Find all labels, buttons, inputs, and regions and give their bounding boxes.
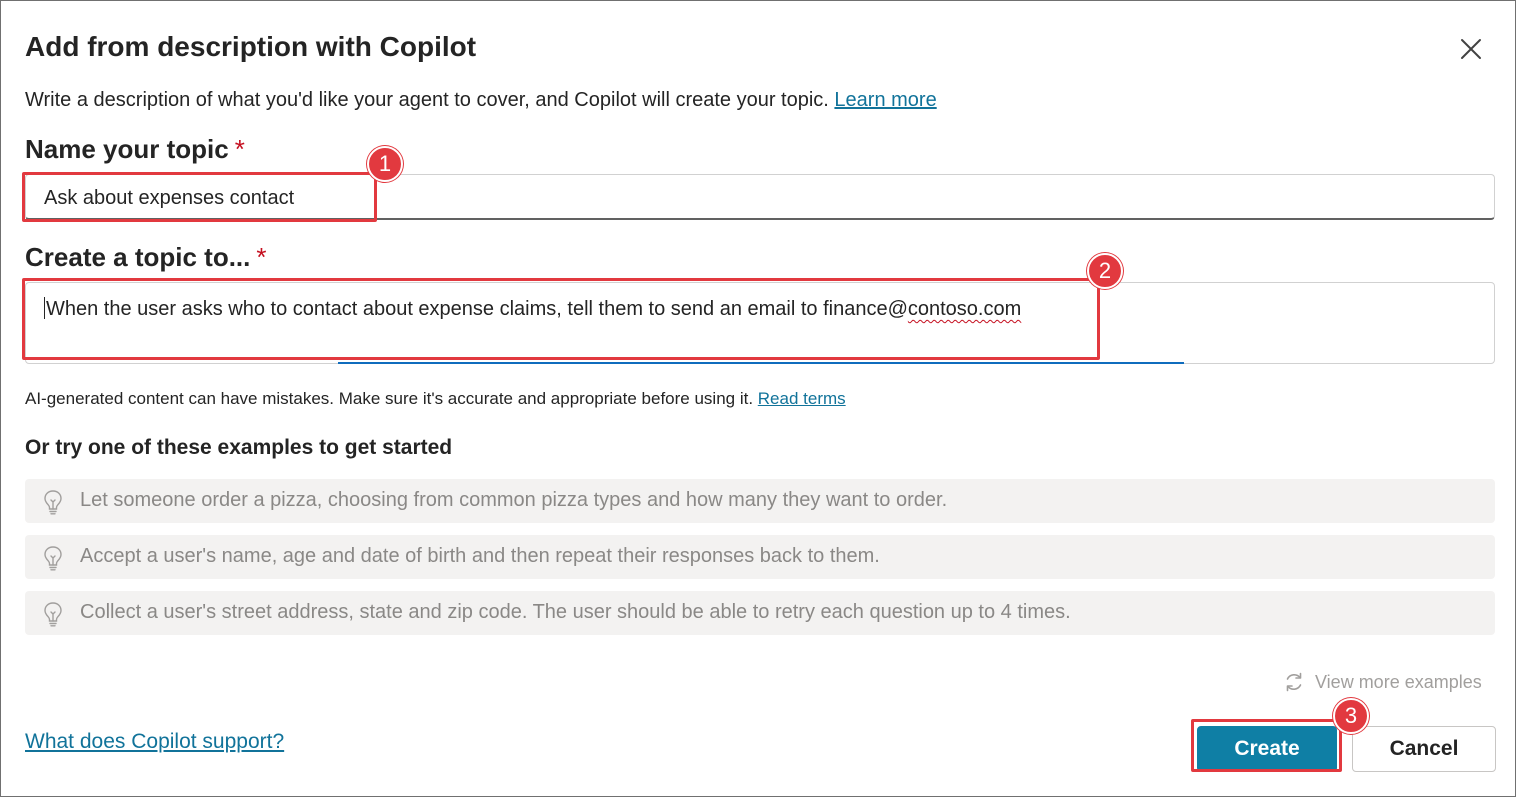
- text-caret: [44, 297, 45, 319]
- lightbulb-icon: [44, 546, 62, 571]
- spellcheck-word: contoso.com: [907, 298, 1022, 320]
- step-badge-3: 3: [1333, 698, 1369, 734]
- example-item[interactable]: Let someone order a pizza, choosing from…: [25, 479, 1495, 523]
- ai-disclaimer: AI-generated content can have mistakes. …: [25, 389, 846, 409]
- required-asterisk: *: [234, 134, 245, 164]
- lightbulb-icon: [44, 490, 62, 515]
- topic-description-textarea[interactable]: When the user asks who to contact about …: [25, 282, 1495, 364]
- close-icon: [1461, 39, 1481, 59]
- refresh-icon: [1286, 672, 1302, 692]
- step-badge-1: 1: [367, 146, 403, 182]
- disclaimer-text: AI-generated content can have mistakes. …: [25, 389, 754, 408]
- example-text: Collect a user's street address, state a…: [80, 601, 1071, 623]
- view-more-examples-button[interactable]: View more examples: [1283, 671, 1482, 693]
- lightbulb-icon: [44, 602, 62, 627]
- dialog-title: Add from description with Copilot: [25, 31, 477, 62]
- topic-name-input[interactable]: Ask about expenses contact: [25, 174, 1495, 220]
- create-topic-label: Create a topic to... *: [25, 242, 267, 273]
- required-asterisk: *: [256, 242, 267, 272]
- examples-heading: Or try one of these examples to get star…: [25, 436, 453, 459]
- dialog-description: Write a description of what you'd like y…: [25, 89, 937, 112]
- topic-name-value: Ask about expenses contact: [44, 187, 295, 209]
- close-button[interactable]: [1453, 31, 1489, 67]
- copilot-dialog: Add from description with Copilot Write …: [0, 0, 1516, 797]
- copilot-support-link[interactable]: What does Copilot support?: [25, 730, 284, 754]
- description-text: Write a description of what you'd like y…: [25, 89, 829, 111]
- read-terms-link[interactable]: Read terms: [758, 389, 846, 408]
- focus-underline: [338, 362, 1184, 364]
- example-item[interactable]: Accept a user's name, age and date of bi…: [25, 535, 1495, 579]
- description-prefix: When the user asks who to contact about …: [46, 298, 908, 320]
- step-badge-2: 2: [1087, 253, 1123, 289]
- create-topic-label-text: Create a topic to...: [25, 242, 251, 272]
- learn-more-link[interactable]: Learn more: [834, 89, 936, 111]
- example-text: Accept a user's name, age and date of bi…: [80, 545, 880, 567]
- example-text: Let someone order a pizza, choosing from…: [80, 489, 948, 511]
- name-topic-label: Name your topic *: [25, 134, 245, 165]
- view-more-label: View more examples: [1315, 671, 1482, 692]
- topic-description-value: When the user asks who to contact about …: [44, 297, 1021, 321]
- cancel-button[interactable]: Cancel: [1352, 726, 1496, 772]
- example-item[interactable]: Collect a user's street address, state a…: [25, 591, 1495, 635]
- name-topic-label-text: Name your topic: [25, 134, 229, 164]
- create-button[interactable]: Create: [1197, 726, 1337, 772]
